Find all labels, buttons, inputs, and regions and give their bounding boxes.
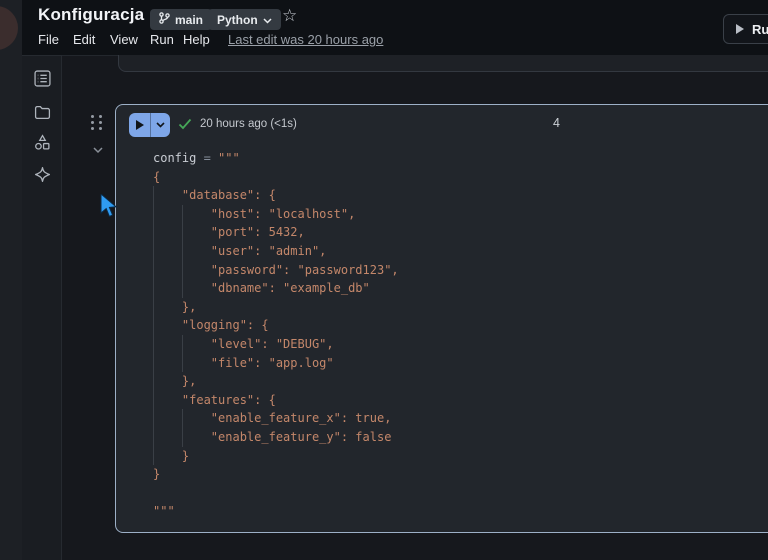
run-notebook-button[interactable]: Run <box>723 14 768 44</box>
play-icon <box>736 24 744 34</box>
indent-guide <box>182 335 183 372</box>
code-line: } <box>153 465 768 484</box>
menu-file[interactable]: File <box>38 32 59 47</box>
table-of-contents-icon[interactable] <box>34 70 51 87</box>
code-line: "enable_feature_x": true, <box>153 409 768 428</box>
files-folder-icon[interactable] <box>34 104 51 121</box>
last-edit-link[interactable]: Last edit was 20 hours ago <box>228 32 383 47</box>
code-line: "port": 5432, <box>153 223 768 242</box>
code-cell[interactable]: 20 hours ago (<1s) 4 config = """{ "data… <box>115 104 768 533</box>
blocks-shapes-icon[interactable] <box>34 134 51 151</box>
code-editor[interactable]: config = """{ "database": { "host": "loc… <box>116 149 768 521</box>
left-rail <box>0 0 22 560</box>
code-line: { <box>153 168 768 187</box>
code-line: "password": "password123", <box>153 261 768 280</box>
kernel-name: Python <box>217 13 258 27</box>
cell-drag-handle[interactable] <box>91 115 102 130</box>
indent-guide <box>182 205 183 298</box>
run-cell-play-icon[interactable] <box>129 120 150 130</box>
code-line: }, <box>153 298 768 317</box>
code-line: } <box>153 447 768 466</box>
code-line: "file": "app.log" <box>153 354 768 373</box>
code-line: "user": "admin", <box>153 242 768 261</box>
code-line: "features": { <box>153 391 768 410</box>
menu-edit[interactable]: Edit <box>73 32 95 47</box>
code-line: "logging": { <box>153 316 768 335</box>
code-line <box>153 484 768 503</box>
cell-run-button[interactable] <box>129 113 170 137</box>
code-line: }, <box>153 372 768 391</box>
run-cell-options-chevron-icon[interactable] <box>151 122 170 128</box>
notebook-canvas: 20 hours ago (<1s) 4 config = """{ "data… <box>62 55 768 560</box>
code-line: "enable_feature_y": false <box>153 428 768 447</box>
code-line: config = """ <box>153 149 768 168</box>
menu-run[interactable]: Run <box>150 32 174 47</box>
code-line: "database": { <box>153 186 768 205</box>
code-line: """ <box>153 502 768 521</box>
rail-avatar <box>0 6 18 50</box>
chevron-down-icon <box>263 13 272 27</box>
ai-sparkle-icon[interactable] <box>34 166 51 183</box>
mouse-cursor <box>100 194 117 223</box>
git-branch-icon <box>159 12 170 27</box>
menu-help[interactable]: Help <box>183 32 210 47</box>
cell-status-text: 20 hours ago (<1s) <box>200 118 297 130</box>
branch-badge[interactable]: main <box>150 9 212 30</box>
branch-name: main <box>175 13 203 27</box>
kernel-selector[interactable]: Python <box>208 9 281 30</box>
success-check-icon <box>178 117 192 135</box>
indent-guide <box>182 409 183 446</box>
code-line: "level": "DEBUG", <box>153 335 768 354</box>
indent-guide <box>153 186 154 465</box>
menu-view[interactable]: View <box>110 32 138 47</box>
icon-sidebar <box>22 55 62 560</box>
notebook-header: Konfiguracja main Python ☆ File Edit Vie… <box>22 0 768 55</box>
run-notebook-label: Run <box>752 22 768 37</box>
code-line: "dbname": "example_db" <box>153 279 768 298</box>
execution-count: 4 <box>553 116 560 130</box>
notebook-title: Konfiguracja <box>38 5 144 25</box>
star-icon[interactable]: ☆ <box>282 7 297 24</box>
code-line: "host": "localhost", <box>153 205 768 224</box>
cell-collapse-chevron-icon[interactable] <box>92 141 104 159</box>
